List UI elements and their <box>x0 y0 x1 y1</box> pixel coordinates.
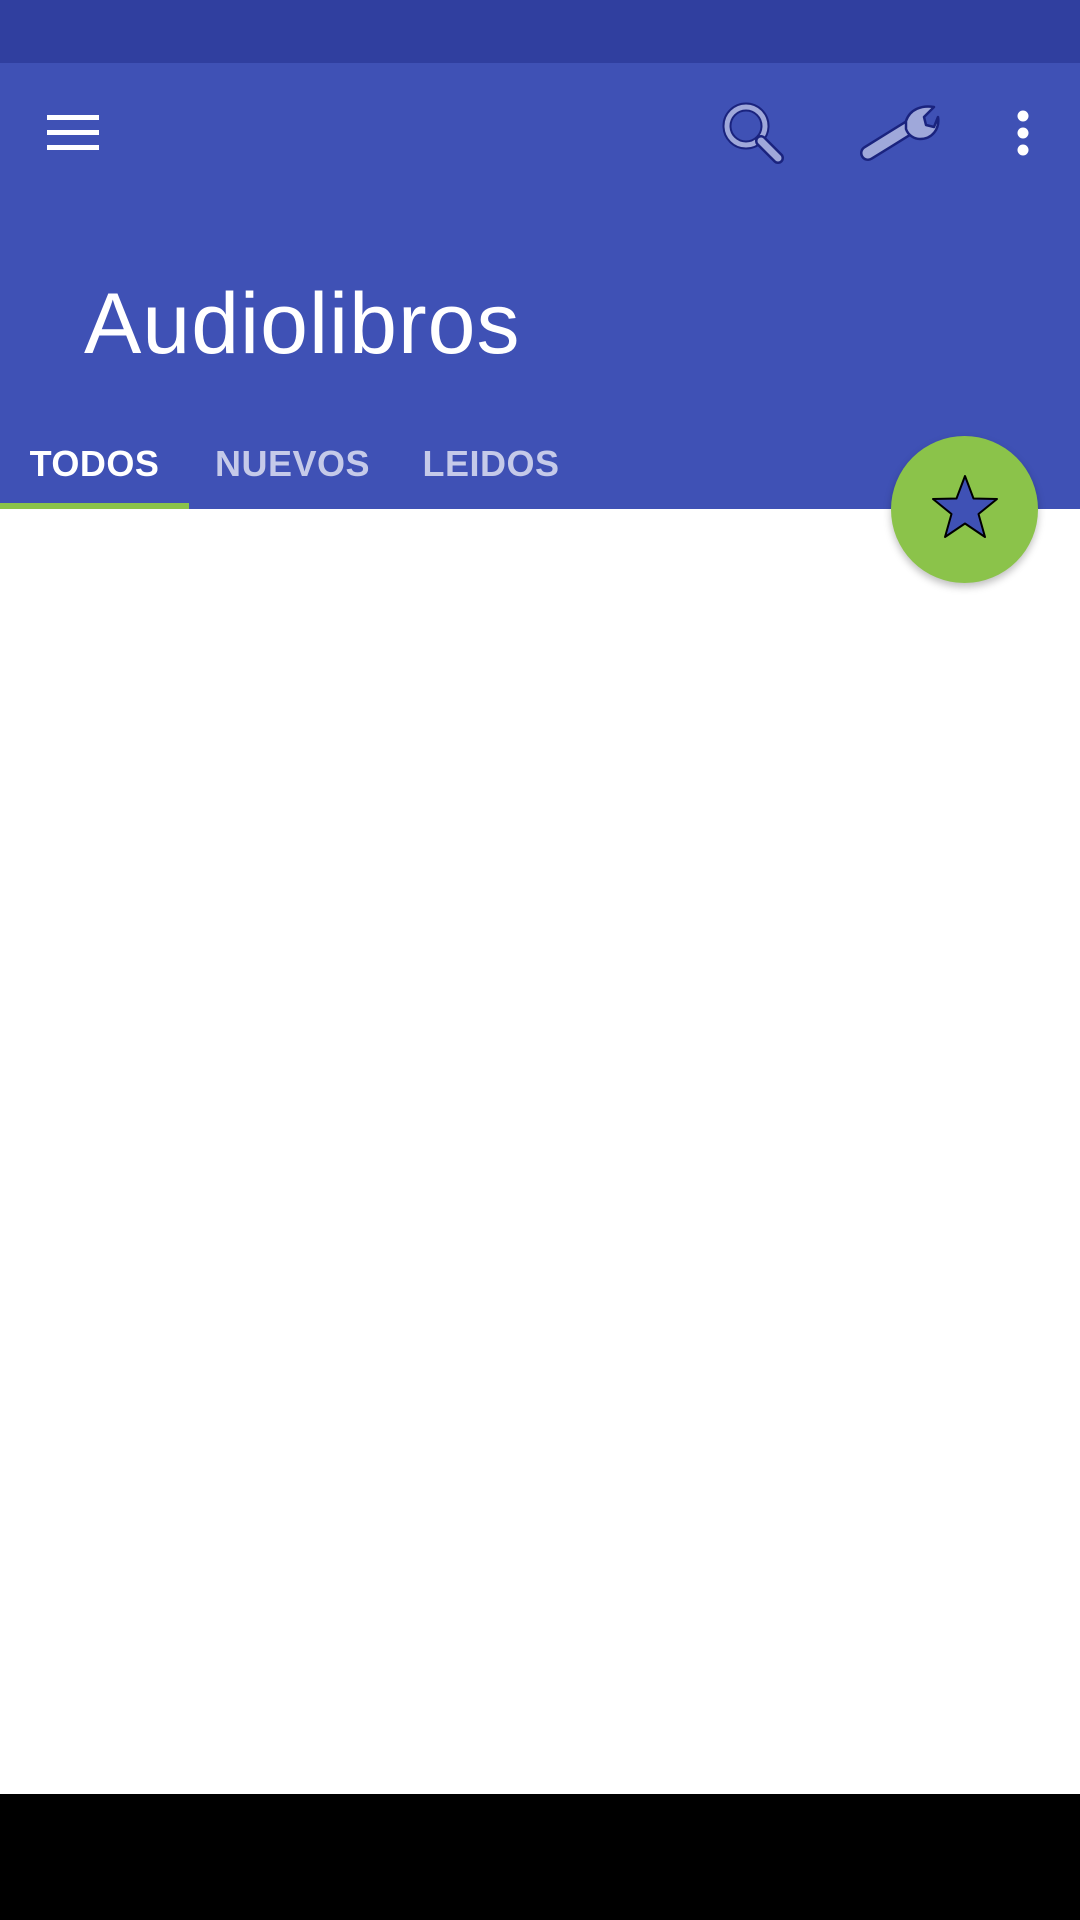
tab-label: TODOS <box>29 443 160 484</box>
app-bar: Audiolibros TODOS NUEVOS LEIDOS <box>0 63 1080 509</box>
tab-todos[interactable]: TODOS <box>0 419 189 509</box>
hamburger-menu-icon <box>47 113 99 158</box>
navigation-bar <box>0 1794 1080 1920</box>
search-button[interactable] <box>698 80 808 190</box>
tab-nuevos[interactable]: NUEVOS <box>189 419 396 509</box>
vertical-dots-icon <box>1017 110 1029 161</box>
favorite-fab[interactable] <box>891 436 1038 583</box>
magnifier-icon <box>720 100 786 171</box>
tab-leidos[interactable]: LEIDOS <box>396 419 586 509</box>
wrench-icon <box>860 103 940 168</box>
star-icon <box>930 473 1000 546</box>
overflow-menu-button[interactable] <box>968 80 1078 190</box>
settings-button[interactable] <box>845 80 955 190</box>
page-title: Audiolibros <box>84 276 521 372</box>
status-bar <box>0 0 1080 63</box>
content-area <box>0 509 1080 1794</box>
menu-button[interactable] <box>18 80 128 190</box>
tab-label: NUEVOS <box>214 443 371 484</box>
tab-label: LEIDOS <box>422 443 560 484</box>
